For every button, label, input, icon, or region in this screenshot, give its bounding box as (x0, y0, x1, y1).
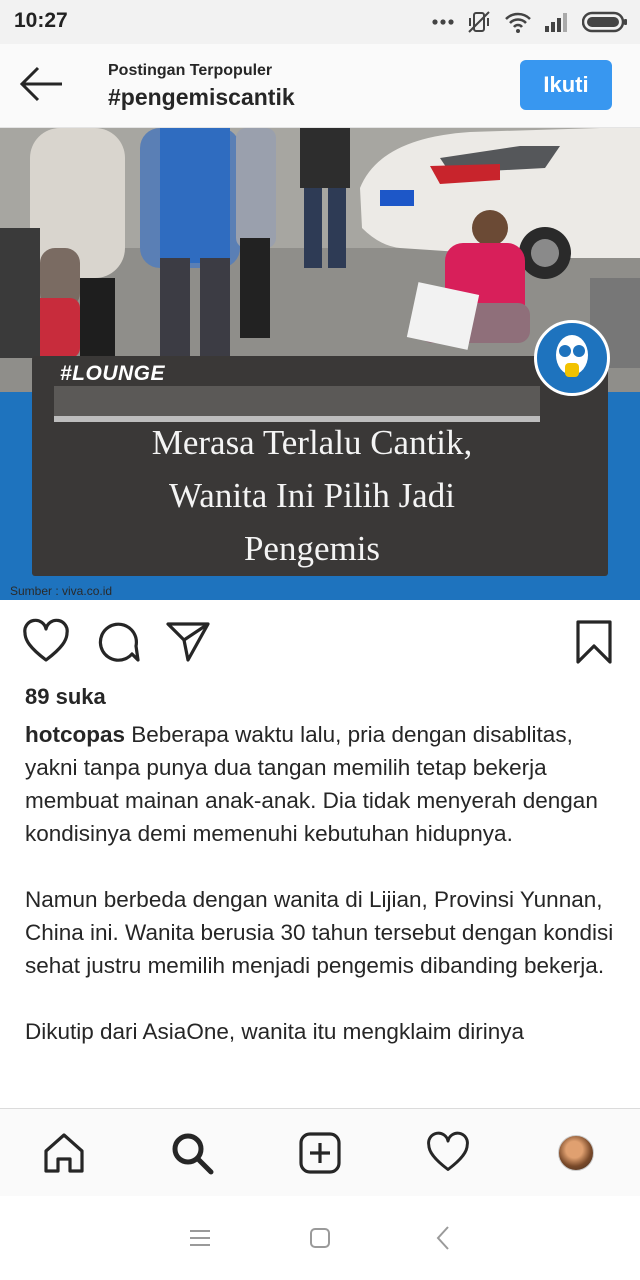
caption-username[interactable]: hotcopas (25, 722, 125, 747)
post-caption: hotcopas Beberapa waktu lalu, pria denga… (25, 718, 621, 1106)
bookmark-icon (576, 620, 612, 664)
bottom-navigation (0, 1108, 640, 1196)
tag-label: #LOUNGE (60, 362, 166, 385)
system-navigation (0, 1196, 640, 1280)
profile-avatar (558, 1135, 594, 1171)
mute-vibrate-icon (468, 11, 490, 33)
nav-home[interactable] (40, 1129, 88, 1177)
share-button[interactable] (164, 618, 212, 666)
home-icon (44, 1133, 84, 1173)
nav-profile[interactable] (552, 1129, 600, 1177)
nav-search[interactable] (168, 1129, 216, 1177)
more-dots-icon (432, 19, 454, 25)
headline: Merasa Terlalu Cantik, Wanita Ini Pilih … (32, 416, 592, 575)
caption-paragraph-2: Namun berbeda dengan wanita di Lijian, P… (25, 887, 614, 978)
image-source-credit: Sumber : viva.co.id (10, 584, 113, 598)
system-menu-button[interactable] (184, 1222, 216, 1254)
activity-heart-icon (427, 1131, 469, 1171)
publisher-logo (534, 320, 610, 396)
like-button[interactable] (22, 618, 70, 666)
back-button[interactable] (18, 64, 66, 104)
headline-line-2: Wanita Ini Pilih Jadi (169, 476, 455, 515)
bookmark-button[interactable] (570, 618, 618, 666)
nav-add-post[interactable] (296, 1129, 344, 1177)
status-icons (432, 10, 628, 34)
back-chevron-icon (436, 1226, 449, 1250)
hashtag-title: #pengemiscantik (108, 84, 295, 110)
system-back-button[interactable] (428, 1222, 460, 1254)
headline-line-3: Pengemis (243, 529, 381, 568)
likes-count[interactable]: 89 suka (25, 684, 106, 710)
post-image[interactable]: #LOUNGE Merasa Terlalu Cantik, Wanita In… (0, 128, 640, 600)
header-subtitle: Postingan Terpopuler (108, 62, 273, 79)
headline-card: #LOUNGE Merasa Terlalu Cantik, Wanita In… (32, 356, 608, 576)
battery-icon (582, 11, 627, 33)
comment-button[interactable] (94, 618, 142, 666)
system-home-button[interactable] (304, 1222, 336, 1254)
status-time: 10:27 (14, 9, 68, 32)
headline-line-1: Merasa Terlalu Cantik, (151, 423, 473, 462)
home-square-icon (310, 1228, 330, 1248)
wifi-icon (505, 12, 531, 33)
top-header: Postingan Terpopuler #pengemiscantik Iku… (0, 44, 640, 128)
signal-icon (545, 13, 567, 32)
search-icon (172, 1133, 214, 1175)
add-post-icon (299, 1132, 341, 1174)
status-bar: 10:27 (0, 0, 640, 44)
nav-activity[interactable] (424, 1129, 472, 1177)
heart-icon (23, 618, 69, 662)
back-arrow-icon (19, 66, 62, 102)
caption-paragraph-1: hotcopas Beberapa waktu lalu, pria denga… (25, 718, 621, 850)
menu-icon (190, 1230, 210, 1246)
share-icon (166, 622, 210, 662)
follow-button[interactable]: Ikuti (520, 60, 612, 110)
gas-mask-logo-icon (556, 335, 588, 377)
comment-icon (98, 622, 140, 662)
caption-paragraph-3: Dikutip dari AsiaOne, wanita itu mengkla… (25, 1019, 524, 1044)
post-actions (0, 614, 640, 670)
